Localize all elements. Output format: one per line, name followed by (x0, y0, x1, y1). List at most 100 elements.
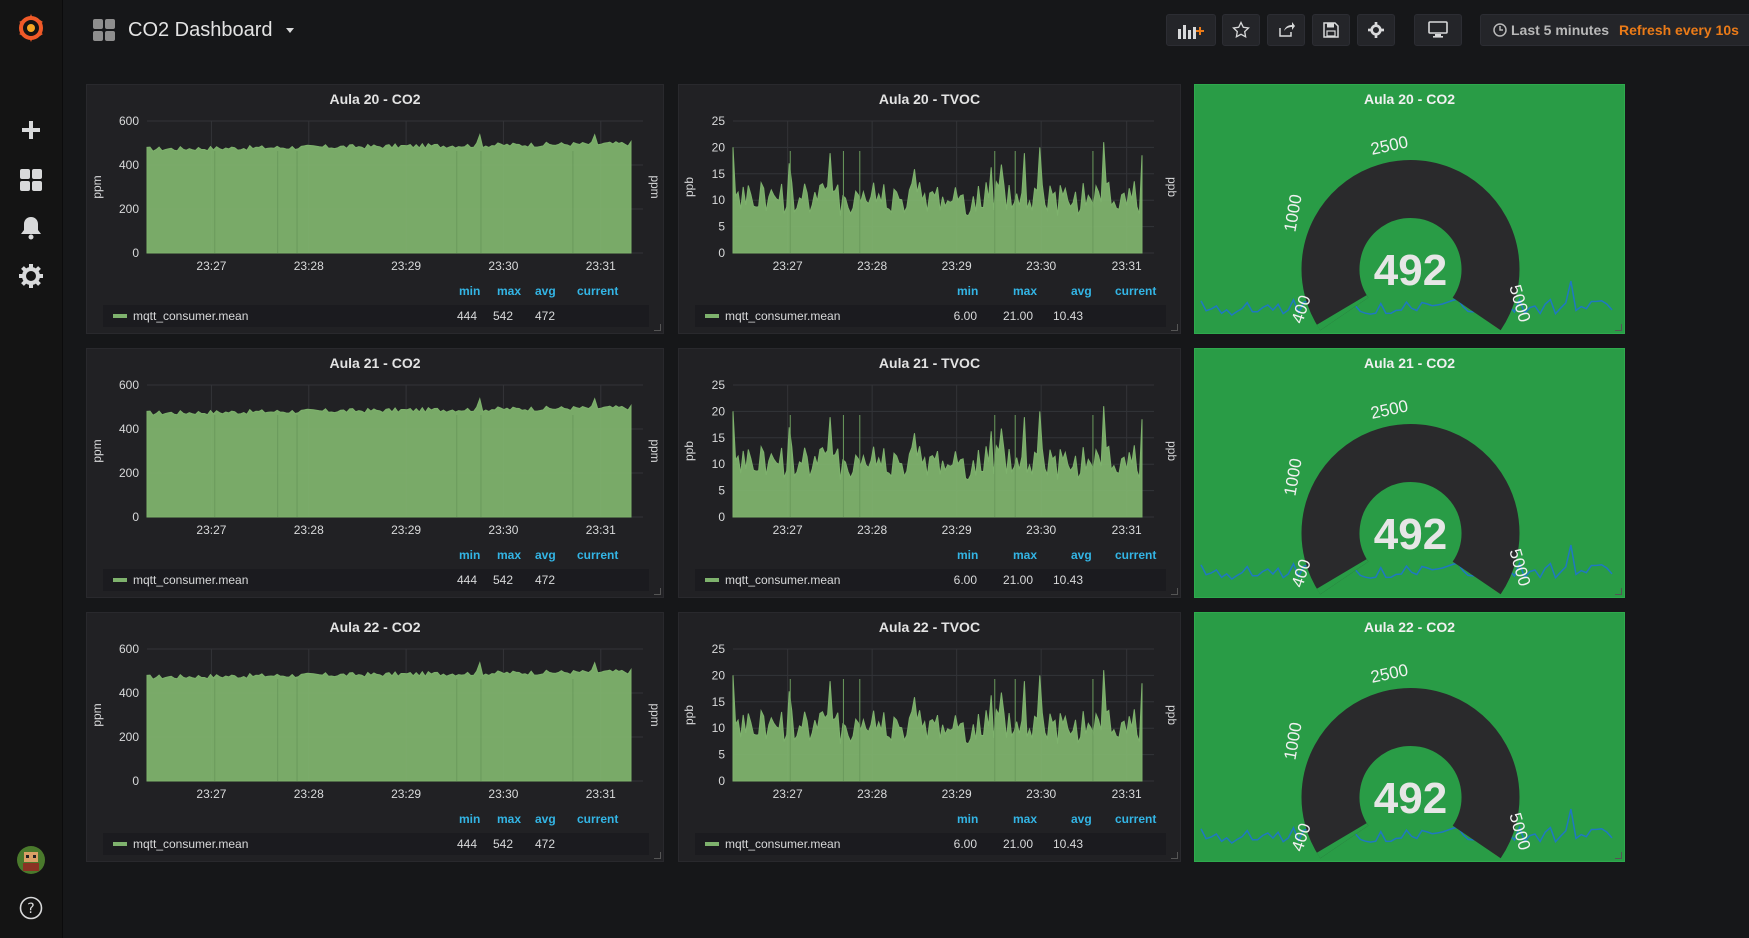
legend-header-min[interactable]: min (459, 548, 480, 562)
x-tick-label: 23:30 (488, 259, 518, 273)
x-tick-label: 23:27 (196, 259, 226, 273)
resize-handle[interactable] (654, 324, 661, 331)
tv-mode-button[interactable] (1414, 14, 1462, 46)
panel-co2-graph[interactable]: Aula 22 - CO2 600 400 200 0 23:27 23:28 23:29 23… (86, 612, 664, 862)
panel-tvoc-graph[interactable]: Aula 21 - TVOC 25 20 15 10 5 0 23:27 23:28 23:29 2… (678, 348, 1181, 598)
x-tick-label: 23:27 (773, 523, 803, 537)
panel-tvoc-graph[interactable]: Aula 20 - TVOC 25 20 15 10 5 0 23:27 23:28 23:29 2… (678, 84, 1181, 334)
legend-row[interactable]: mqtt_consumer.mean (103, 305, 649, 327)
grid-icon[interactable] (11, 160, 51, 200)
y-axis-right-label: ppb (1165, 177, 1179, 197)
threshold-label: 400 (1288, 293, 1315, 326)
settings-button[interactable] (1357, 14, 1395, 46)
legend-header-min[interactable]: min (957, 548, 978, 562)
legend-header-min[interactable]: min (459, 812, 480, 826)
legend-header-avg[interactable]: avg (535, 548, 556, 562)
legend-header-max[interactable]: max (1013, 548, 1037, 562)
svg-text:?: ? (27, 901, 34, 917)
legend-header-avg[interactable]: avg (1071, 548, 1092, 562)
legend-header-current[interactable]: current (1115, 284, 1156, 298)
resize-handle[interactable] (1615, 324, 1622, 331)
panel-co2-gauge[interactable]: Aula 20 - CO2 400 1000 2500 5000 492 (1194, 84, 1625, 334)
graph-canvas[interactable]: 25 20 15 10 5 0 23:27 23:28 23:29 23:30 23:31 ppb pp… (679, 349, 1182, 599)
legend-series-name: mqtt_consumer.mean (133, 837, 249, 851)
gear-icon[interactable] (11, 256, 51, 296)
x-tick-label: 23:28 (294, 259, 324, 273)
series-area (732, 142, 1143, 254)
legend-header-current[interactable]: current (577, 284, 618, 298)
legend-color-swatch[interactable] (705, 578, 719, 582)
gauge-fill (1316, 822, 1369, 859)
legend-header-min[interactable]: min (459, 284, 480, 298)
share-button[interactable] (1267, 14, 1305, 46)
star-button[interactable] (1222, 14, 1260, 46)
panel-co2-gauge[interactable]: Aula 21 - CO2 400 1000 2500 5000 492 (1194, 348, 1625, 598)
refresh-interval-button[interactable]: Refresh every 10s (1619, 22, 1739, 38)
legend-header-avg[interactable]: avg (1071, 284, 1092, 298)
save-button[interactable] (1312, 14, 1350, 46)
y-tick-label: 10 (712, 193, 726, 207)
legend-header-avg[interactable]: avg (1071, 812, 1092, 826)
panel-co2-gauge[interactable]: Aula 22 - CO2 400 1000 2500 5000 492 (1194, 612, 1625, 862)
gauge-value: 492 (1374, 774, 1447, 823)
legend-row[interactable]: mqtt_consumer.mean (103, 569, 649, 591)
legend-color-swatch[interactable] (705, 842, 719, 846)
legend-color-swatch[interactable] (113, 314, 127, 318)
resize-handle[interactable] (1615, 852, 1622, 859)
legend-header-avg[interactable]: avg (535, 812, 556, 826)
threshold-label: 1000 (1280, 457, 1305, 498)
graph-canvas[interactable]: 25 20 15 10 5 0 23:27 23:28 23:29 23:30 23:31 ppb pp… (679, 613, 1182, 863)
panel-co2-graph[interactable]: Aula 20 - CO2 600 400 200 0 23:27 23:28 23:29 23… (86, 84, 664, 334)
legend-color-swatch[interactable] (113, 578, 127, 582)
plus-icon[interactable] (11, 110, 51, 150)
legend-value-min: 6.00 (953, 573, 977, 587)
legend-header-max[interactable]: max (497, 284, 521, 298)
panel-co2-graph[interactable]: Aula 21 - CO2 600 400 200 0 23:27 23:28 23:29 23… (86, 348, 664, 598)
gear-icon (1368, 22, 1384, 38)
legend-header-current[interactable]: current (1115, 812, 1156, 826)
y-axis-label: ppm (90, 703, 104, 726)
gauge-canvas[interactable]: 400100025005000492 (1195, 85, 1626, 335)
legend-header-min[interactable]: min (957, 284, 978, 298)
gauge-canvas[interactable]: 400100025005000492 (1195, 349, 1626, 599)
resize-handle[interactable] (654, 852, 661, 859)
threshold-label: 400 (1288, 821, 1315, 854)
legend-value-avg: 472 (534, 573, 555, 587)
legend-header-max[interactable]: max (1013, 812, 1037, 826)
gauge-canvas[interactable]: 400100025005000492 (1195, 613, 1626, 863)
x-tick-label: 23:29 (942, 259, 972, 273)
y-axis-right-label: ppm (648, 175, 662, 198)
dashboard-picker[interactable]: CO2 Dashboard (92, 14, 295, 46)
legend-row[interactable]: mqtt_consumer.mean (103, 833, 649, 855)
gauge-value: 492 (1374, 246, 1447, 295)
legend-color-swatch[interactable] (705, 314, 719, 318)
gauge-fill (1316, 294, 1369, 331)
panel-tvoc-graph[interactable]: Aula 22 - TVOC 25 20 15 10 5 0 23:27 23:28 23:29 2… (678, 612, 1181, 862)
legend-header-max[interactable]: max (497, 548, 521, 562)
legend-header-current[interactable]: current (577, 812, 618, 826)
legend-header-max[interactable]: max (1013, 284, 1037, 298)
resize-handle[interactable] (1615, 588, 1622, 595)
x-tick-label: 23:31 (586, 787, 616, 801)
question-icon[interactable]: ? (11, 888, 51, 928)
grafana-logo-icon[interactable] (11, 8, 51, 48)
legend-header-current[interactable]: current (1115, 548, 1156, 562)
resize-handle[interactable] (654, 588, 661, 595)
time-range-button[interactable]: Last 5 minutes (1493, 22, 1609, 38)
legend-header-avg[interactable]: avg (535, 284, 556, 298)
legend-header-max[interactable]: max (497, 812, 521, 826)
legend-header-min[interactable]: min (957, 812, 978, 826)
y-tick-label: 400 (119, 686, 139, 700)
legend-color-swatch[interactable] (113, 842, 127, 846)
add-panel-button[interactable] (1166, 14, 1216, 46)
graph-canvas[interactable]: 25 20 15 10 5 0 23:27 23:28 23:29 23:30 23:31 ppb pp… (679, 85, 1182, 335)
legend-series-name: mqtt_consumer.mean (725, 309, 841, 323)
legend-header-current[interactable]: current (577, 548, 618, 562)
bell-icon[interactable] (11, 208, 51, 248)
avatar[interactable] (11, 840, 51, 880)
resize-handle[interactable] (1171, 324, 1178, 331)
resize-handle[interactable] (1171, 588, 1178, 595)
add-panel-icon (1178, 25, 1204, 39)
threshold-label: 1000 (1280, 193, 1305, 234)
resize-handle[interactable] (1171, 852, 1178, 859)
